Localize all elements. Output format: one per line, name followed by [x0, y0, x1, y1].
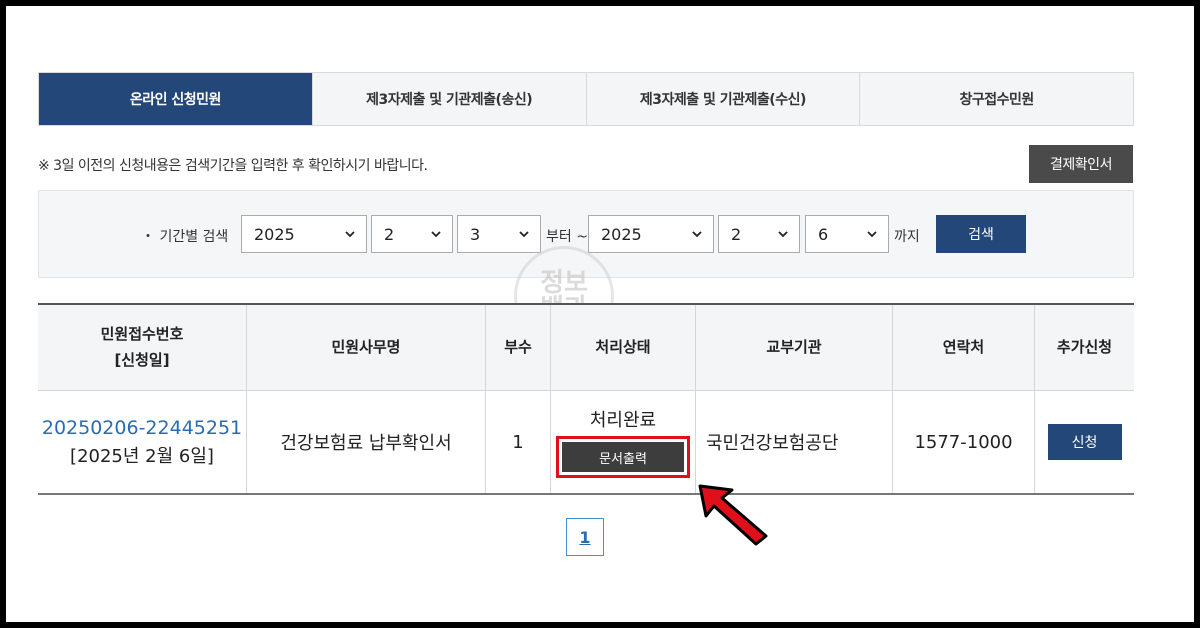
to-month-select[interactable]: 2: [718, 215, 800, 253]
header-contact: 연락처: [892, 305, 1034, 390]
chevron-down-icon: [345, 231, 355, 238]
to-month-value: 2: [731, 224, 742, 244]
to-day-select[interactable]: 6: [805, 215, 889, 253]
requests-table: 민원접수번호 [신청일] 민원사무명 부수 처리상태 교부기관 연락처 추가신청…: [38, 303, 1134, 495]
header-copies: 부수: [485, 305, 550, 390]
from-day-value: 3: [470, 224, 481, 244]
from-month-select[interactable]: 2: [371, 215, 453, 253]
header-request-date-label: [신청일]: [114, 350, 170, 369]
from-day-select[interactable]: 3: [457, 215, 541, 253]
apply-button[interactable]: 신청: [1047, 424, 1122, 460]
header-additional: 추가신청: [1034, 305, 1134, 390]
from-year-value: 2025: [254, 224, 295, 244]
header-receipt-no: 민원접수번호 [신청일]: [38, 305, 246, 390]
from-month-value: 2: [384, 224, 395, 244]
status-text: 처리완료: [589, 410, 657, 431]
table-header-row: 민원접수번호 [신청일] 민원사무명 부수 처리상태 교부기관 연락처 추가신청: [38, 305, 1134, 391]
copies-value: 1: [485, 391, 550, 493]
from-year-select[interactable]: 2025: [241, 215, 367, 253]
to-year-select[interactable]: 2025: [588, 215, 714, 253]
search-period-label: ・ 기간별 검색: [141, 229, 229, 245]
to-day-value: 6: [818, 224, 829, 244]
chevron-down-icon: [431, 231, 441, 238]
service-name: 건강보험료 납부확인서: [246, 391, 485, 493]
tab-bar: 온라인 신청민원 제3자제출 및 기관제출(송신) 제3자제출 및 기관제출(수…: [38, 72, 1134, 126]
tab-online-requests[interactable]: 온라인 신청민원: [39, 73, 312, 125]
to-year-value: 2025: [601, 224, 642, 244]
from-suffix: 부터 ~: [546, 229, 588, 245]
table-row: 20250206-22445251 [2025년 2월 6일] 건강보험료 납부…: [38, 391, 1134, 493]
receipt-cell: 20250206-22445251 [2025년 2월 6일]: [38, 391, 246, 493]
tab-third-party-sent[interactable]: 제3자제출 및 기관제출(송신): [311, 73, 586, 125]
print-document-button[interactable]: 문서출력: [562, 442, 684, 472]
header-receipt-no-label: 민원접수번호: [100, 325, 184, 343]
chevron-down-icon: [867, 231, 877, 238]
to-suffix: 까지: [894, 229, 920, 245]
apply-cell: 신청: [1034, 391, 1134, 493]
search-panel: ・ 기간별 검색 2025 2 3 부터 ~ 2025 2 6 까지 검색: [38, 190, 1134, 278]
receipt-number-link[interactable]: 20250206-22445251: [42, 414, 242, 443]
header-status: 처리상태: [550, 305, 695, 390]
chevron-down-icon: [778, 231, 788, 238]
chevron-down-icon: [692, 231, 702, 238]
page-1-button[interactable]: 1: [566, 518, 604, 556]
status-cell: 처리완료 문서출력: [550, 391, 695, 493]
highlight-box: 문서출력: [556, 436, 690, 478]
chevron-down-icon: [519, 231, 529, 238]
header-service-name: 민원사무명: [246, 305, 485, 390]
notice-text: ※ 3일 이전의 신청내용은 검색기간을 입력한 후 확인하시기 바랍니다.: [38, 158, 428, 174]
red-arrow-icon: [698, 484, 768, 546]
tab-counter-requests[interactable]: 창구접수민원: [859, 73, 1133, 125]
contact-value: 1577-1000: [892, 391, 1034, 493]
search-button[interactable]: 검색: [936, 215, 1026, 253]
payment-confirmation-button[interactable]: 결제확인서: [1029, 145, 1133, 183]
header-issuer: 교부기관: [695, 305, 892, 390]
request-date: [2025년 2월 6일]: [70, 445, 214, 467]
tab-third-party-received[interactable]: 제3자제출 및 기관제출(수신): [585, 73, 860, 125]
